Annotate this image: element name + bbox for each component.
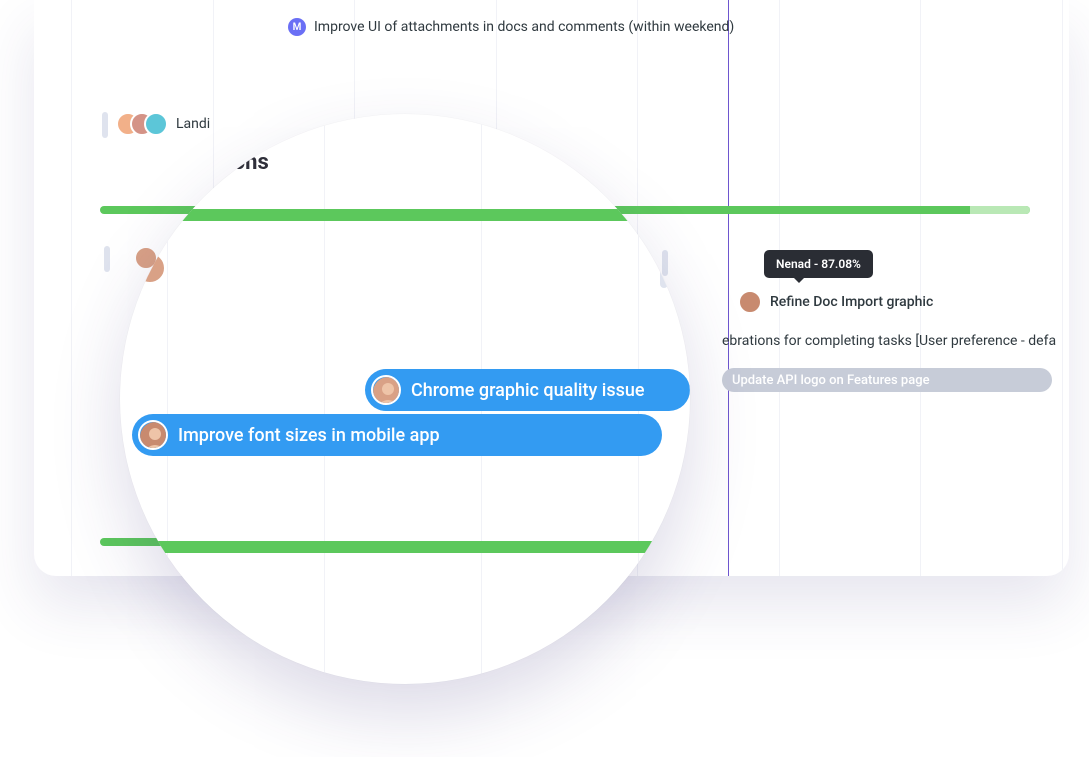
task-label-prefix: ebrations for completing tasks [User pre… [722,333,1028,349]
task-handle[interactable] [660,254,668,288]
task-improve-ui[interactable]: M Improve UI of attachments in docs and … [288,18,734,36]
task-label: Chrome graphic quality issue [411,380,645,401]
task-handle[interactable] [104,246,110,272]
task-label: Improve UI of attachments in docs and co… [314,19,734,35]
tooltip-text: Nenad - 87.08% [776,257,861,271]
task-label: ebrations for completing tasks [User pre… [722,333,1056,349]
progress-incomplete [970,206,1030,214]
task-refine-doc[interactable]: Refine Doc Import graphic [738,290,933,314]
task-handle[interactable] [120,252,124,286]
avatar-stack [116,112,168,136]
task-label: Improve font sizes in mobile app [178,425,440,446]
progress-bar[interactable] [120,541,680,553]
task-update-api[interactable]: Update API logo on Features page [722,368,1052,392]
task-label: Update API logo on Features page [732,373,930,388]
avatar [738,290,762,314]
task-label: Landi [176,116,210,132]
task-label: Refine Doc Import graphic [770,294,933,310]
progress-incomplete [670,209,690,221]
task-handle[interactable] [102,112,108,138]
progress-incomplete [658,541,680,553]
tooltip-assignee-progress: Nenad - 87.08% [764,250,873,278]
task-celebrations[interactable]: ebrations for completing tasks [User pre… [722,333,1056,349]
task-pill-chrome-graphic[interactable]: Chrome graphic quality issue [365,369,690,411]
today-indicator-line [728,0,729,576]
milestone-badge-icon: M [288,18,306,36]
progress-bar[interactable] [120,209,690,221]
lens-title-fragment: rations [200,150,269,175]
avatar [144,112,168,136]
avatar [371,375,401,405]
task-landing[interactable]: Landi [116,112,210,136]
avatar [134,252,166,284]
task-pill-font-sizes[interactable]: Improve font sizes in mobile app [132,414,662,456]
task-label-link[interactable]: defa [1028,333,1056,349]
zoom-lens: rations Chrome graphic quality issue Imp… [120,114,690,684]
avatar [138,420,168,450]
